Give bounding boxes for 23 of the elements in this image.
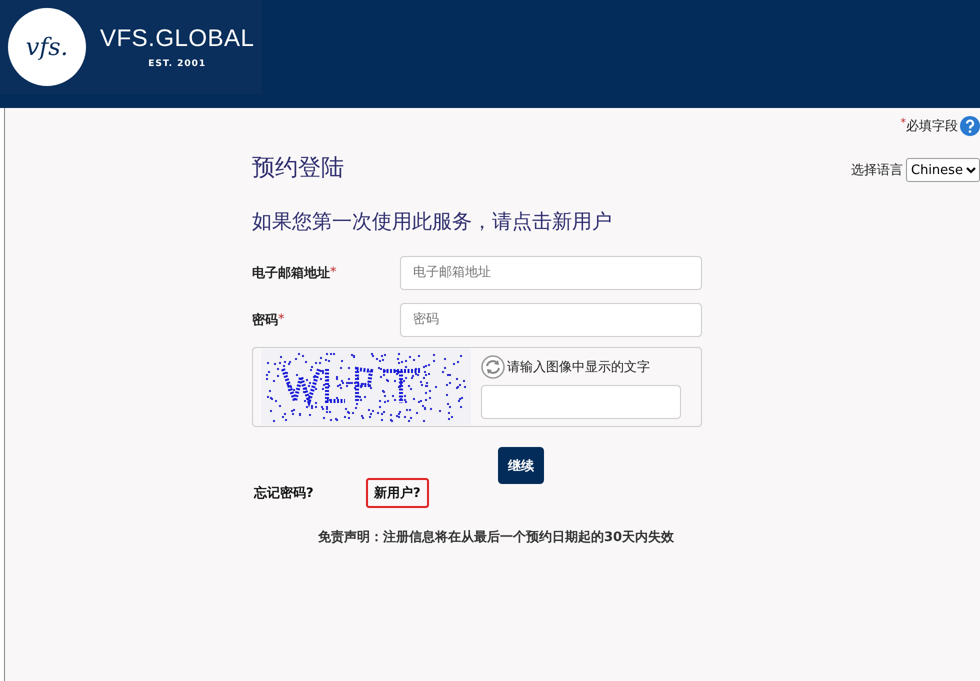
required-fields-label: 必填字段 [906, 118, 958, 135]
language-label: 选择语言 [851, 162, 903, 179]
link[interactable]: 忘记密码? [252, 478, 350, 508]
refresh-icon[interactable] [481, 355, 505, 379]
help-icon[interactable] [960, 116, 980, 136]
field-label: 电子邮箱地址 [252, 264, 330, 282]
logo-text: VFS.GLOBAL [100, 25, 254, 53]
page-title: 预约登陆 [252, 154, 345, 183]
captcha-input-field[interactable] [481, 385, 681, 419]
logo-tagline: EST. 2001 [148, 59, 206, 69]
language-dropdown[interactable]: Chinese [906, 158, 980, 182]
captcha-prompt: 请输入图像中显示的文字 [507, 359, 650, 376]
required-asterisk: * [330, 265, 336, 280]
logo-circle[interactable]: vfs. [8, 8, 86, 86]
page-subtitle: 如果您第一次使用此服务，请点击新用户 [252, 208, 613, 235]
required-asterisk: * [278, 312, 284, 327]
input-field[interactable]: 密码 [400, 302, 702, 336]
required-asterisk: * [900, 116, 906, 129]
field-label: 密码 [252, 312, 278, 328]
input-field[interactable]: 电子邮箱地址 [400, 256, 702, 290]
continue-button[interactable]: 继续 [498, 447, 544, 484]
link[interactable]: 新用户? [366, 478, 429, 508]
disclaimer-text: 免责声明：注册信息将在从最后一个预约日期起的30天内失效 [318, 528, 676, 546]
